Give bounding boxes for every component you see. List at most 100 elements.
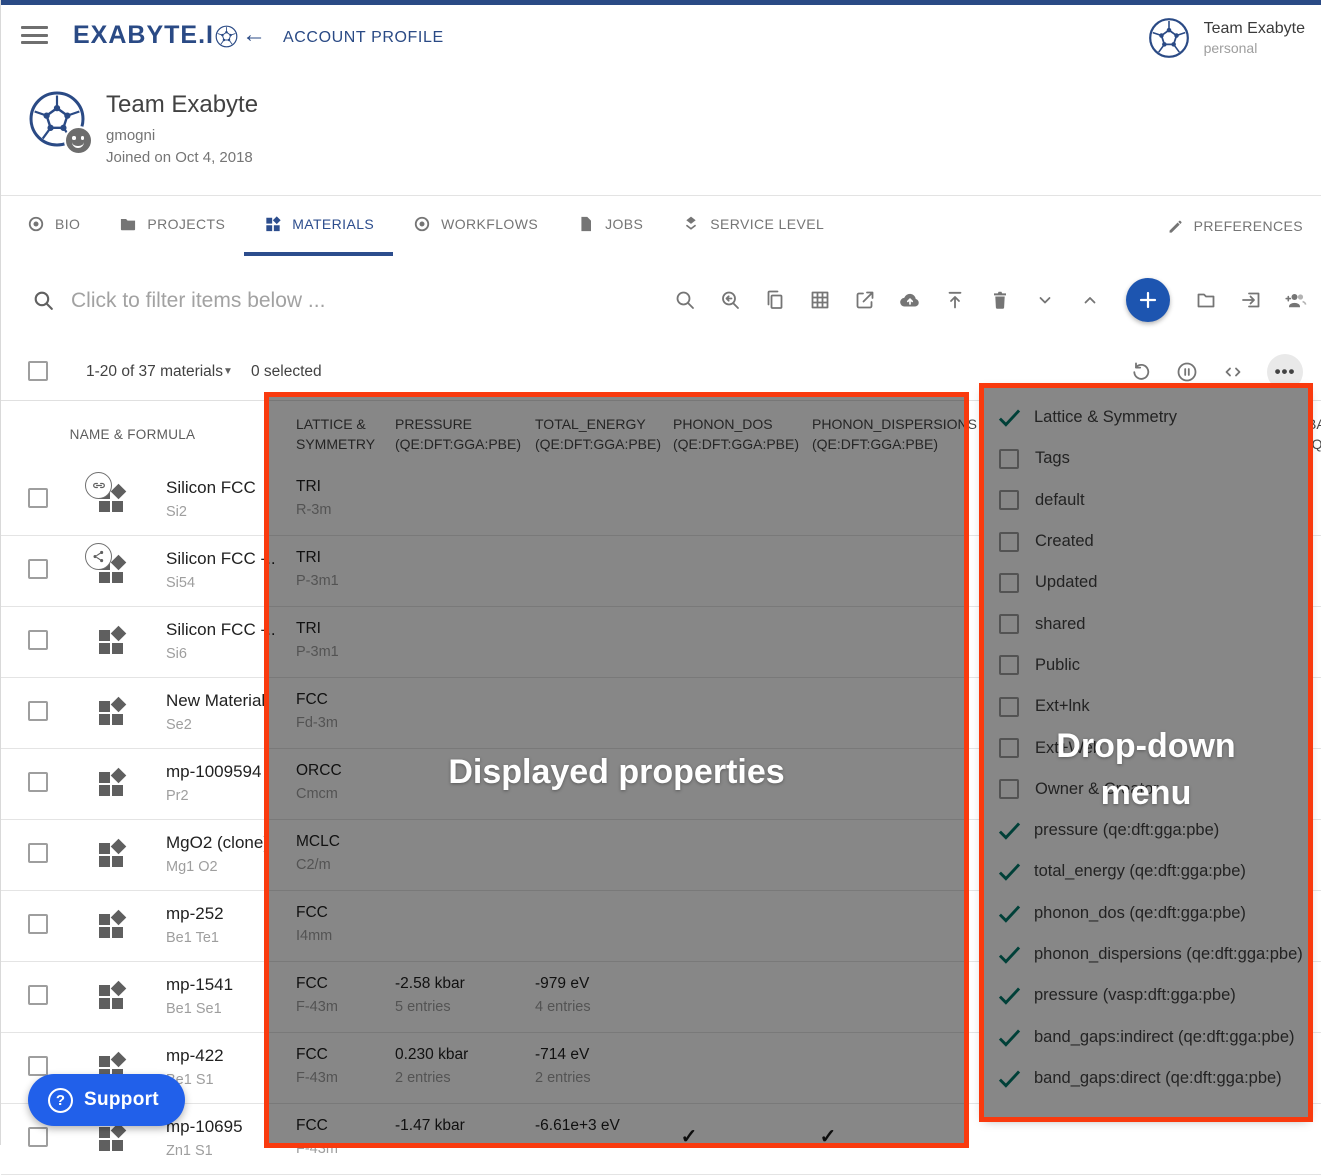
select-all-checkbox[interactable] — [28, 361, 48, 381]
material-formula: Se2 — [166, 717, 192, 733]
column-name-formula[interactable]: NAME & FORMULA — [1, 427, 264, 442]
material-formula: Si54 — [166, 575, 195, 591]
search-icon[interactable] — [673, 288, 697, 312]
tab-service-level[interactable]: SERVICE LEVEL — [662, 196, 843, 256]
open-in-new-icon[interactable] — [853, 288, 877, 312]
material-formula: Si6 — [166, 646, 187, 662]
row-checkbox[interactable] — [28, 630, 48, 650]
annotation-label: Displayed properties — [269, 749, 964, 796]
filter-input[interactable] — [69, 280, 493, 322]
code-icon[interactable] — [1221, 360, 1245, 384]
pause-icon[interactable] — [1175, 360, 1199, 384]
material-name[interactable]: Silicon FCC — [166, 478, 256, 498]
pagination-range: 1-20 of 37 materials — [86, 363, 223, 381]
tab-workflows[interactable]: WORKFLOWS — [393, 196, 557, 256]
tab-jobs[interactable]: JOBS — [557, 196, 662, 256]
search-within-icon[interactable] — [718, 288, 742, 312]
add-users-icon[interactable] — [1284, 288, 1308, 312]
annotation-label: Drop-down menu — [984, 723, 1308, 817]
tab-materials[interactable]: MATERIALS — [244, 196, 393, 256]
profile-name: Team Exabyte — [106, 91, 258, 119]
material-formula: Be1 Te1 — [166, 930, 219, 946]
row-checkbox[interactable] — [28, 701, 48, 721]
layers-icon — [681, 214, 701, 234]
profile-joined-date: Joined on Oct 4, 2018 — [106, 149, 253, 166]
upload-icon[interactable] — [943, 288, 967, 312]
chevron-up-icon[interactable] — [1078, 288, 1102, 312]
chevron-down-icon[interactable] — [1033, 288, 1057, 312]
target-icon — [26, 214, 46, 234]
link-badge-icon — [85, 472, 112, 499]
menu-icon[interactable] — [21, 26, 48, 44]
material-formula: Mg1 O2 — [166, 859, 218, 875]
material-name[interactable]: Silicon FCC -.. — [166, 549, 276, 569]
material-name[interactable]: MgO2 (clone) — [166, 833, 269, 853]
add-material-button[interactable] — [1126, 278, 1170, 322]
account-switcher[interactable]: Team Exabyte personal — [1148, 17, 1305, 59]
account-name: Team Exabyte — [1204, 19, 1305, 39]
refresh-icon[interactable] — [1129, 360, 1153, 384]
copy-icon[interactable] — [763, 288, 787, 312]
row-checkbox[interactable] — [28, 1127, 48, 1147]
selected-count: 0 selected — [251, 363, 322, 381]
pencil-icon — [1166, 217, 1185, 236]
chevron-down-icon[interactable]: ▼ — [223, 366, 233, 377]
material-icon — [99, 627, 129, 657]
tabs-bar: BIOPROJECTS MATERIALS WORKFLOWSJOBS SERVICE… — [1, 196, 1321, 257]
material-formula: Zn1 S1 — [166, 1143, 213, 1159]
material-name[interactable]: Silicon FCC -.. — [166, 620, 276, 640]
user-face-badge — [64, 126, 93, 155]
material-name[interactable]: New Material — [166, 691, 265, 711]
material-icon — [99, 840, 129, 870]
help-icon: ? — [48, 1088, 73, 1113]
filter-bar — [1, 256, 1321, 344]
plus-icon — [1136, 288, 1160, 312]
material-icon — [99, 769, 129, 799]
tab-label: MATERIALS — [292, 216, 374, 232]
table-grid-icon[interactable] — [808, 288, 832, 312]
tab-projects[interactable]: PROJECTS — [99, 196, 244, 256]
account-type: personal — [1204, 39, 1305, 57]
annotation-box-displayed-properties: Displayed properties — [264, 392, 969, 1148]
tab-bio[interactable]: BIO — [7, 196, 99, 256]
material-icon — [99, 698, 129, 728]
cloud-upload-icon[interactable] — [898, 288, 922, 312]
ellipsis-icon: ••• — [1275, 367, 1296, 377]
material-formula: Pr2 — [166, 788, 189, 804]
material-name[interactable]: mp-10695 — [166, 1117, 243, 1137]
annotation-box-dropdown-menu: Drop-down menu — [979, 383, 1313, 1122]
logo-text: EXABYTE.I — [73, 21, 214, 50]
folder-icon[interactable] — [1194, 288, 1218, 312]
row-checkbox[interactable] — [28, 985, 48, 1005]
support-label: Support — [84, 1089, 159, 1111]
material-formula: Be1 Se1 — [166, 1001, 222, 1017]
material-name[interactable]: mp-1541 — [166, 975, 233, 995]
exabyte-logo[interactable]: EXABYTE.I — [73, 21, 238, 50]
account-profile-page: { "colors":{"accent_navy":"#2a4a85","ann… — [0, 0, 1321, 1145]
support-button[interactable]: ? Support — [28, 1074, 185, 1126]
tabs-container: BIOPROJECTS MATERIALS WORKFLOWSJOBS SERVICE… — [7, 196, 843, 256]
account-avatar — [1148, 17, 1190, 59]
material-name[interactable]: mp-252 — [166, 904, 224, 924]
row-checkbox[interactable] — [28, 559, 48, 579]
row-checkbox[interactable] — [28, 488, 48, 508]
row-checkbox[interactable] — [28, 843, 48, 863]
back-arrow-icon[interactable]: ← — [242, 23, 266, 47]
material-name[interactable]: mp-422 — [166, 1046, 224, 1066]
row-checkbox[interactable] — [28, 772, 48, 792]
materials-toolbar — [673, 256, 1308, 344]
tab-label: SERVICE LEVEL — [710, 216, 824, 232]
material-icon — [99, 982, 129, 1012]
folder-filled-icon — [118, 214, 138, 234]
row-checkbox[interactable] — [28, 1056, 48, 1076]
profile-username: gmogni — [106, 127, 155, 144]
search-icon — [31, 288, 56, 313]
row-checkbox[interactable] — [28, 914, 48, 934]
delete-icon[interactable] — [988, 288, 1012, 312]
profile-section: Team Exabyte gmogni Joined on Oct 4, 201… — [1, 64, 1321, 196]
material-name[interactable]: mp-1009594 — [166, 762, 261, 782]
page-title: ACCOUNT PROFILE — [283, 29, 444, 47]
tab-preferences[interactable]: PREFERENCES — [1166, 196, 1303, 256]
import-icon[interactable] — [1239, 288, 1263, 312]
app-header: EXABYTE.I ← ACCOUNT PROFILE Team Exabyte… — [1, 5, 1321, 65]
